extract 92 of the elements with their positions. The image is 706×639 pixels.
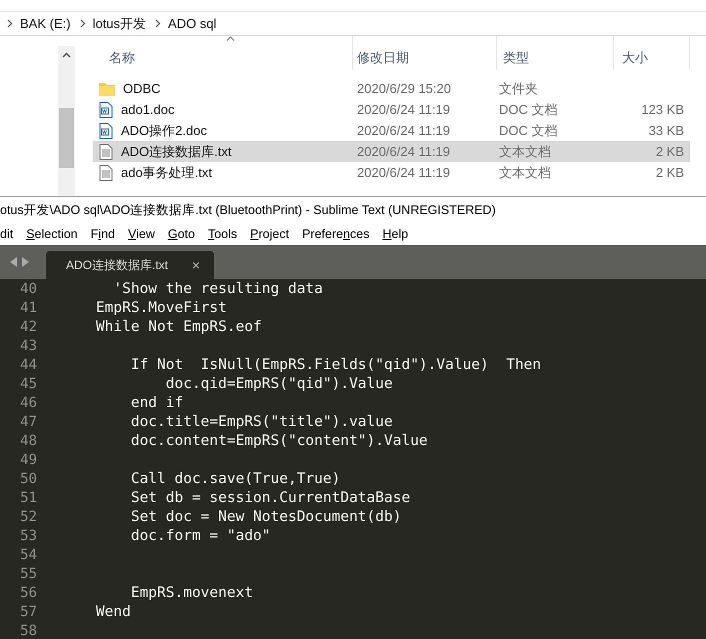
chevron-icon	[7, 19, 13, 28]
file-name: ADO操作2.doc	[121, 122, 207, 140]
menu-item[interactable]: Project	[250, 224, 290, 244]
code-editor[interactable]	[0, 279, 706, 639]
file-type: 文件夹	[499, 80, 538, 96]
line-number: 44	[20, 356, 37, 375]
chevron-icon	[155, 19, 162, 28]
menu-item[interactable]: Tools	[208, 224, 238, 244]
scrollbar-thumb[interactable]	[59, 108, 74, 168]
word-document-icon	[99, 122, 113, 138]
code-line: doc.title=EmpRS("title").value	[130, 414, 393, 430]
line-number: 48	[20, 432, 37, 451]
line-number: 41	[20, 299, 37, 318]
file-row[interactable]: ADO操作2.doc 2020/6/24 11:19 DOC 文档 33 KB	[93, 120, 690, 141]
line-number: 55	[20, 565, 37, 584]
left-arrow-icon[interactable]	[10, 257, 18, 267]
scroll-up-icon[interactable]	[62, 52, 71, 58]
file-name: ODBC	[123, 80, 161, 98]
file-type: 文本文档	[499, 164, 551, 180]
line-number: 54	[20, 546, 37, 565]
line-number: 57	[20, 603, 37, 622]
menu-item[interactable]: View	[128, 224, 155, 244]
file-date: 2020/6/24 11:19	[357, 122, 450, 138]
code-line: Set doc = New NotesDocument(db)	[130, 509, 402, 525]
file-type: 文本文档	[499, 144, 551, 159]
code-line: doc.form = "ado"	[130, 528, 271, 544]
file-row[interactable]: ado事务处理.txt 2020/6/24 11:19 文本文档 2 KB	[93, 162, 690, 183]
code-line: doc.qid=EmpRS("qid").Value	[164, 376, 393, 392]
breadcrumb-item[interactable]: BAK (E:)	[20, 14, 71, 34]
file-size: 33 KB	[648, 122, 684, 140]
sort-up-icon	[226, 36, 235, 41]
text-file-icon	[99, 144, 113, 160]
menu-item[interactable]: Find	[90, 224, 115, 244]
file-row[interactable]: ODBC 2020/6/29 15:20 文件夹	[93, 78, 690, 99]
menu-item[interactable]: dit	[0, 224, 14, 244]
column-header[interactable]: 大小	[614, 36, 690, 70]
line-number: 52	[20, 508, 37, 527]
right-arrow-icon[interactable]	[21, 257, 29, 267]
code-line: While Not EmpRS.eof	[94, 319, 262, 335]
file-name: ADO连接数据库.txt	[121, 142, 232, 161]
column-header[interactable]: 类型	[497, 36, 614, 70]
file-date: 2020/6/24 11:19	[357, 102, 450, 117]
file-size: 2 KB	[656, 142, 684, 161]
breadcrumb-item[interactable]: lotus开发	[92, 14, 146, 34]
line-number: 47	[20, 413, 37, 432]
line-number: 58	[20, 622, 37, 639]
chevron-icon	[80, 19, 86, 28]
code-line: If Not IsNull(EmpRS.Fields("qid").Value) Then	[130, 357, 542, 373]
file-date: 2020/6/24 11:19	[357, 144, 450, 159]
code-line: Wend	[94, 604, 131, 620]
code-line: Call doc.save(True,True)	[130, 471, 340, 487]
file-size: 123 KB	[641, 100, 684, 119]
file-name: ado事务处理.txt	[121, 164, 212, 182]
tab-close[interactable]: ×	[192, 254, 200, 276]
line-number: 50	[20, 470, 37, 489]
file-size: 2 KB	[656, 164, 684, 182]
file-date: 2020/6/24 11:19	[357, 164, 450, 180]
code-line: end if	[130, 395, 184, 411]
line-number: 53	[20, 527, 37, 546]
code-line: EmpRS.MoveFirst	[94, 300, 227, 316]
file-row[interactable]: ado1.doc 2020/6/24 11:19 DOC 文档 123 KB	[93, 99, 690, 120]
column-header[interactable]: 名称	[93, 36, 353, 70]
file-name: ado1.doc	[121, 100, 174, 119]
scrollbar[interactable]	[58, 46, 75, 196]
line-number: 45	[20, 375, 37, 394]
code-line: Set db = session.CurrentDataBase	[130, 490, 410, 506]
editor-tab[interactable]: ADO连接数据库.txt ×	[46, 251, 214, 279]
menu-item[interactable]: Selection	[26, 224, 78, 244]
menu-item[interactable]: Goto	[168, 224, 195, 244]
file-date: 2020/6/29 15:20	[357, 80, 451, 96]
menu-item[interactable]: Help	[382, 224, 408, 244]
window-title: otus开发\ADO sql\ADO连接数据库.txt (BluetoothPrint) - Sublime Text (UNREGISTERED)	[0, 202, 496, 219]
line-number: 56	[20, 584, 37, 603]
line-number: 43	[20, 337, 37, 356]
line-number: 40	[20, 280, 37, 299]
word-document-icon	[99, 102, 113, 118]
file-row[interactable]: ADO连接数据库.txt 2020/6/24 11:19 文本文档 2 KB	[93, 141, 690, 162]
code-line: EmpRS.movenext	[130, 585, 254, 601]
tab-label: ADO连接数据库.txt	[66, 257, 168, 274]
line-number: 49	[20, 451, 37, 470]
folder-icon	[99, 82, 115, 96]
text-file-icon	[99, 164, 113, 180]
line-number: 46	[20, 394, 37, 413]
code-line: doc.content=EmpRS("content").Value	[130, 433, 428, 449]
line-number: 51	[20, 489, 37, 508]
code-line: 'Show the resulting data	[112, 281, 323, 297]
column-header[interactable]: 修改日期	[353, 36, 497, 70]
menu-item[interactable]: Preferences	[302, 224, 370, 244]
file-type: DOC 文档	[499, 102, 558, 117]
line-number: 42	[20, 318, 37, 337]
breadcrumb-item[interactable]: ADO sql	[168, 14, 216, 34]
file-type: DOC 文档	[499, 122, 558, 138]
